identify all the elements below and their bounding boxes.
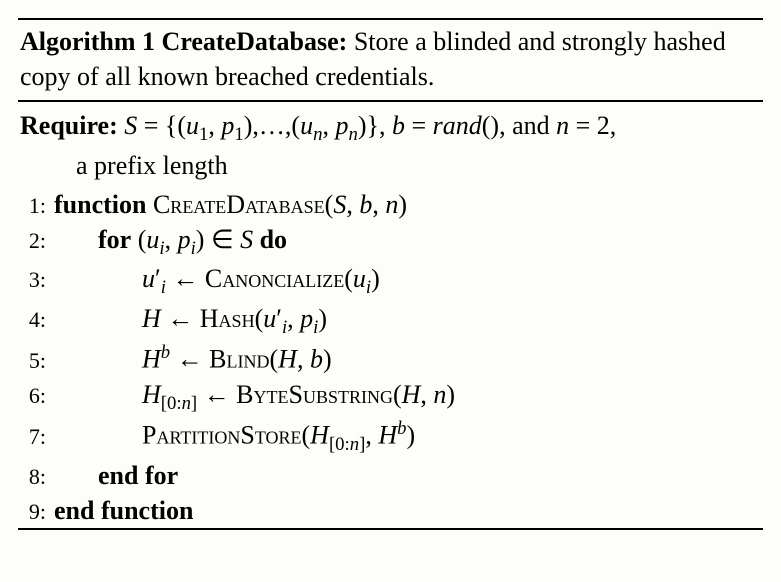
require-line-2: a prefix length bbox=[20, 148, 761, 183]
require-line-1: Require: S = {(u1, p1),…,(un, pn)}, b = … bbox=[20, 108, 761, 147]
code-line: 4: H ← Hash(u′i, pi) bbox=[18, 301, 763, 340]
line-number: 4: bbox=[18, 305, 54, 335]
line-content: H[0:n] ← ByteSubstring(H, n) bbox=[54, 377, 763, 416]
code-line: 6: H[0:n] ← ByteSubstring(H, n) bbox=[18, 377, 763, 416]
algorithm-caption: Algorithm 1 CreateDatabase: Store a blin… bbox=[18, 20, 763, 100]
line-number: 9: bbox=[18, 497, 54, 527]
code-line: 7: PartitionStore(H[0:n], Hb) bbox=[18, 416, 763, 457]
bottom-rule bbox=[18, 528, 763, 530]
line-number: 2: bbox=[18, 226, 54, 256]
line-content: u′i ← Canoncialize(ui) bbox=[54, 261, 763, 300]
line-number: 8: bbox=[18, 462, 54, 492]
line-content: end function bbox=[54, 493, 763, 528]
line-content: for (ui, pi) ∈ S do bbox=[54, 222, 763, 261]
line-number: 1: bbox=[18, 191, 54, 221]
require-label: Require: bbox=[20, 111, 118, 140]
line-content: end for bbox=[54, 458, 763, 493]
line-number: 6: bbox=[18, 381, 54, 411]
algorithm-label: Algorithm 1 CreateDatabase: bbox=[20, 27, 347, 56]
code-line: 8: end for bbox=[18, 458, 763, 493]
code-line: 2: for (ui, pi) ∈ S do bbox=[18, 222, 763, 261]
line-content: function CreateDatabase(S, b, n) bbox=[54, 187, 763, 222]
line-number: 3: bbox=[18, 265, 54, 295]
require-block: Require: S = {(u1, p1),…,(un, pn)}, b = … bbox=[18, 102, 763, 185]
code-line: 1: function CreateDatabase(S, b, n) bbox=[18, 187, 763, 222]
line-content: PartitionStore(H[0:n], Hb) bbox=[54, 416, 763, 457]
code-line: 5: Hb ← Blind(H, b) bbox=[18, 340, 763, 377]
line-number: 7: bbox=[18, 422, 54, 452]
require-math-1: S = {(u1, p1),…,(un, pn)}, b = rand(), a… bbox=[118, 111, 617, 140]
line-content: Hb ← Blind(H, b) bbox=[54, 340, 763, 377]
line-content: H ← Hash(u′i, pi) bbox=[54, 301, 763, 340]
code-line: 9: end function bbox=[18, 493, 763, 528]
line-number: 5: bbox=[18, 346, 54, 376]
algorithm-body: 1: function CreateDatabase(S, b, n) 2: f… bbox=[18, 185, 763, 528]
code-line: 3: u′i ← Canoncialize(ui) bbox=[18, 261, 763, 300]
